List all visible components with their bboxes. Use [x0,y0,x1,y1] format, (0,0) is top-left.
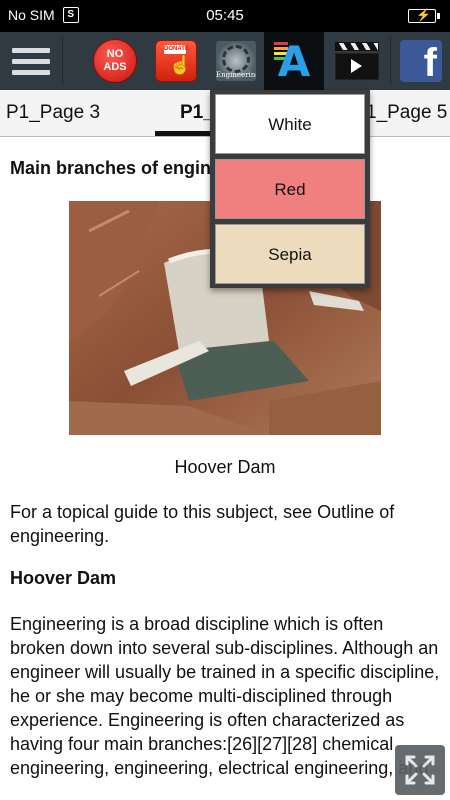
theme-option-red[interactable]: Red [215,159,365,219]
hamburger-menu-button[interactable] [0,32,62,90]
toolbar-divider [62,38,63,84]
hamburger-menu-icon [12,42,50,81]
video-clapper-icon [335,42,379,80]
toolbar-divider [390,38,391,84]
image-caption: Hoover Dam [174,457,276,477]
fullscreen-button[interactable] [395,745,445,795]
no-ads-button[interactable]: NO ADS [92,32,138,90]
section-heading: Main branches of engin [10,158,212,178]
theme-option-white[interactable]: White [215,94,365,154]
fullscreen-expand-icon [405,755,435,785]
intro-paragraph: For a topical guide to this subject, see… [10,502,395,546]
status-bar: No SIM S 05:45 ⚡ [0,0,450,32]
subheading: Hoover Dam [10,568,117,588]
toolbar: NO ADS DONATE ☝ Engineering A f [0,32,450,90]
engineering-gear-icon: Engineering [216,41,256,81]
donate-button[interactable]: DONATE ☝ [153,32,199,90]
clock: 05:45 [206,7,244,24]
facebook-icon: f [400,40,442,83]
body-paragraph: Engineering is a broad discipline which … [10,614,440,778]
font-color-icon: A [277,36,311,86]
tab-current-page[interactable]: P1_ [180,90,214,136]
color-theme-menu: White Red Sepia [210,90,370,288]
no-ads-label: NO ADS [103,48,127,73]
theme-option-sepia[interactable]: Sepia [215,224,365,284]
donate-label: DONATE [164,45,189,54]
video-button[interactable] [330,32,384,90]
no-ads-icon: NO ADS [93,39,137,83]
facebook-button[interactable]: f [398,32,444,90]
engineering-app-button[interactable]: Engineering [213,32,259,90]
pointing-hand-icon: ☝ [169,55,192,75]
tab-next-page[interactable]: 1_Page 5 [366,90,447,136]
tab-prev-page[interactable]: P1_Page 3 [6,90,100,136]
engineering-icon-label: Engineering [216,71,256,79]
donate-icon: DONATE ☝ [155,40,197,82]
font-color-button[interactable]: A [264,32,324,90]
battery-charging-icon: ⚡ [408,8,440,23]
